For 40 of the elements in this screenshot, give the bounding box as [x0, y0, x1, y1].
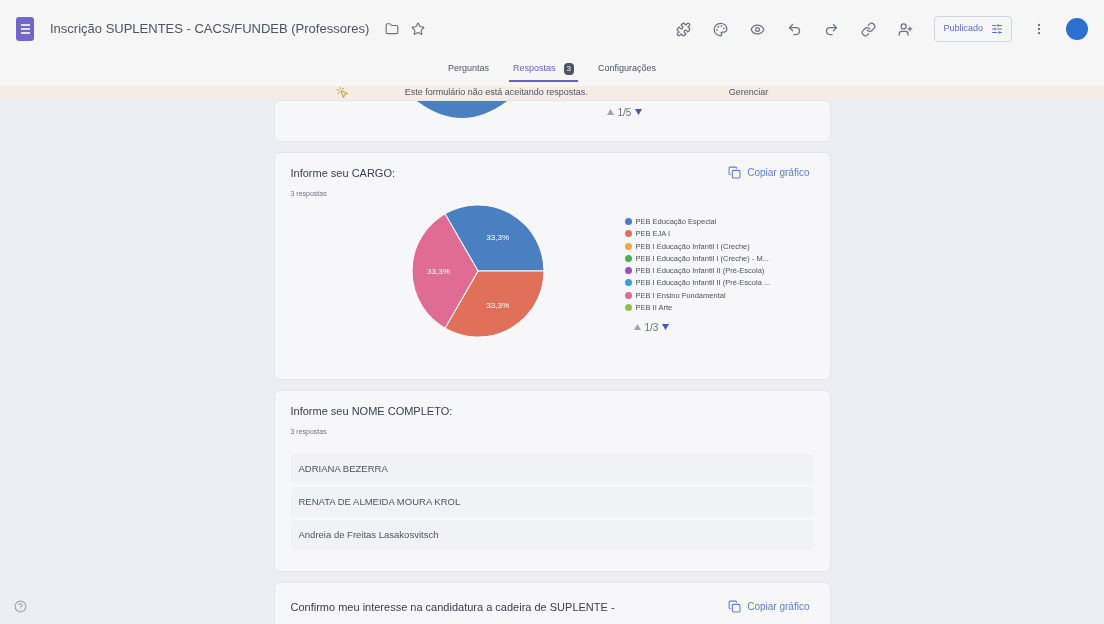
answer-row: RENATA DE ALMEIDA MOURA KROL	[290, 486, 814, 517]
previous-page-icon[interactable]	[633, 324, 641, 330]
previous-page-icon[interactable]	[606, 109, 614, 115]
star-icon[interactable]	[411, 22, 426, 36]
tab[interactable]: Perguntas	[443, 58, 493, 82]
manage-link[interactable]: Gerenciar	[728, 86, 769, 100]
next-page-icon[interactable]	[662, 324, 670, 330]
palette-icon[interactable]	[713, 21, 729, 37]
forms-logo-icon[interactable]	[16, 17, 34, 41]
tab-badge: 3	[563, 63, 574, 75]
slice-label: 33,3%	[485, 232, 509, 242]
copy-icon	[728, 599, 742, 613]
tab[interactable]: Respostas 3	[509, 58, 578, 82]
question-title: Informe seu NOME COMPLETO:	[290, 403, 454, 419]
tab[interactable]: Configurações	[594, 58, 661, 82]
add-person-icon[interactable]	[898, 21, 914, 37]
question-title: Confirmo meu interesse na candidatura a cadeira de SUPLENTE -	[290, 599, 615, 615]
answer-row: ADRIANA BEZERRA	[290, 453, 814, 484]
question-title: Informe seu CARGO:	[290, 165, 396, 181]
undo-icon[interactable]	[787, 21, 803, 37]
link-icon[interactable]	[861, 21, 877, 37]
copy-chart-button[interactable]: Copiar gráfico	[724, 164, 814, 180]
copy-chart-button[interactable]: Copiar gráfico	[724, 598, 814, 614]
avatar[interactable]	[1066, 18, 1088, 40]
preview-icon[interactable]	[750, 21, 766, 37]
slice-label: 33,3%	[426, 266, 450, 276]
answer-row: Andreia de Freitas Lasakosvitsch	[290, 520, 814, 551]
document-title[interactable]: Inscrição SUPLENTES - CACS/FUNDEB (Professores)	[50, 19, 370, 39]
redo-icon[interactable]	[824, 21, 840, 37]
folder-icon[interactable]	[385, 22, 400, 36]
cursor-icon	[335, 86, 349, 100]
banner-message: Este formulário não está aceitando respostas.	[404, 86, 589, 99]
page-indicator: 1/3	[644, 320, 659, 335]
page-indicator: 1/5	[617, 105, 632, 120]
sliders-icon	[991, 23, 1003, 35]
publish-button[interactable]: Publicado	[934, 16, 1012, 42]
addon-icon[interactable]	[676, 21, 692, 37]
copy-icon	[728, 165, 742, 179]
slice-label: 33,3%	[485, 300, 509, 310]
next-page-icon[interactable]	[635, 109, 643, 115]
